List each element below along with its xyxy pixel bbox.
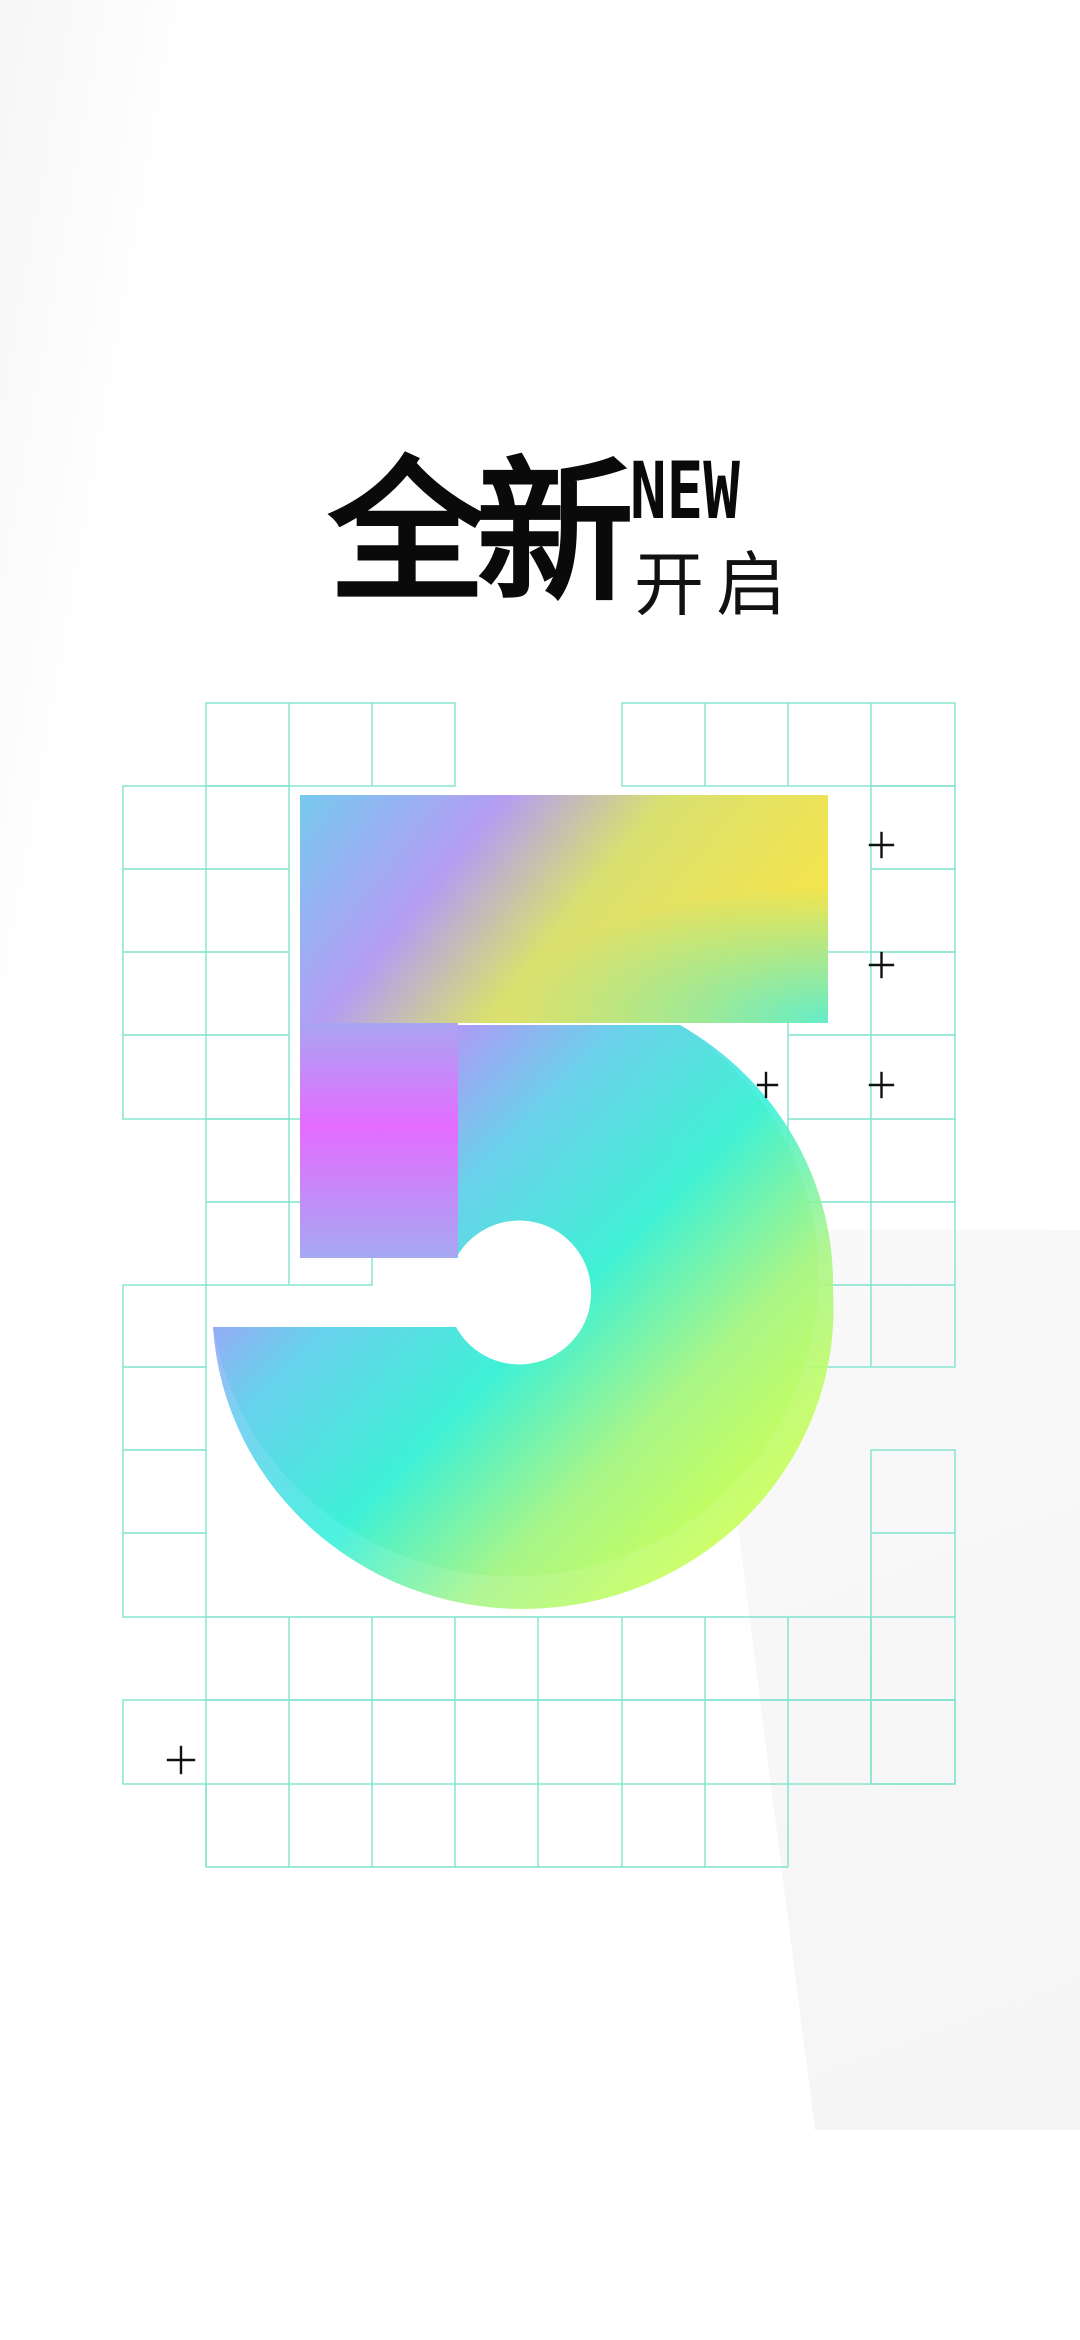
plus-icon xyxy=(868,951,895,979)
plus-icon xyxy=(166,1745,196,1775)
five-stem xyxy=(300,1020,458,1258)
plus-icon xyxy=(868,831,895,859)
five-digit-shape xyxy=(213,795,834,1609)
hero-five-artwork xyxy=(122,702,956,1868)
plus-icon xyxy=(868,1071,895,1099)
